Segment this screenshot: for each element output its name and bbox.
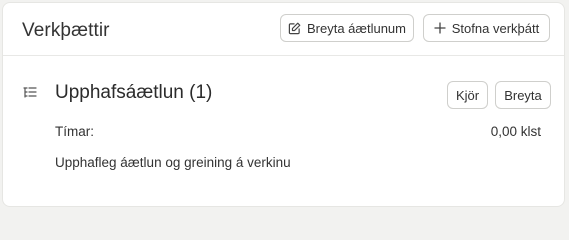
card-header: Verkþættir Breyta áætlunum Stofna verkþá… bbox=[3, 3, 564, 56]
phase-description: Upphafleg áætlun og greining á verkinu bbox=[55, 155, 291, 170]
phases-card: Verkþættir Breyta áætlunum Stofna verkþá… bbox=[2, 2, 565, 207]
list-tree-icon bbox=[22, 85, 38, 101]
edit-plans-label: Breyta áætlunum bbox=[307, 20, 406, 36]
edit-phase-button[interactable]: Breyta bbox=[495, 81, 551, 109]
phase-title: Upphafsáætlun (1) bbox=[55, 82, 213, 103]
edit-plans-button[interactable]: Breyta áætlunum bbox=[280, 14, 414, 42]
plus-icon bbox=[434, 22, 446, 34]
create-phase-label: Stofna verkþátt bbox=[451, 20, 540, 36]
card-title: Verkþættir bbox=[22, 20, 110, 41]
hours-label: Tímar: bbox=[55, 124, 94, 139]
create-phase-button[interactable]: Stofna verkþátt bbox=[423, 14, 550, 42]
hours-value: 0,00 klst bbox=[490, 124, 541, 139]
pencil-square-icon bbox=[288, 22, 301, 35]
run-button[interactable]: Kjör bbox=[447, 81, 488, 109]
